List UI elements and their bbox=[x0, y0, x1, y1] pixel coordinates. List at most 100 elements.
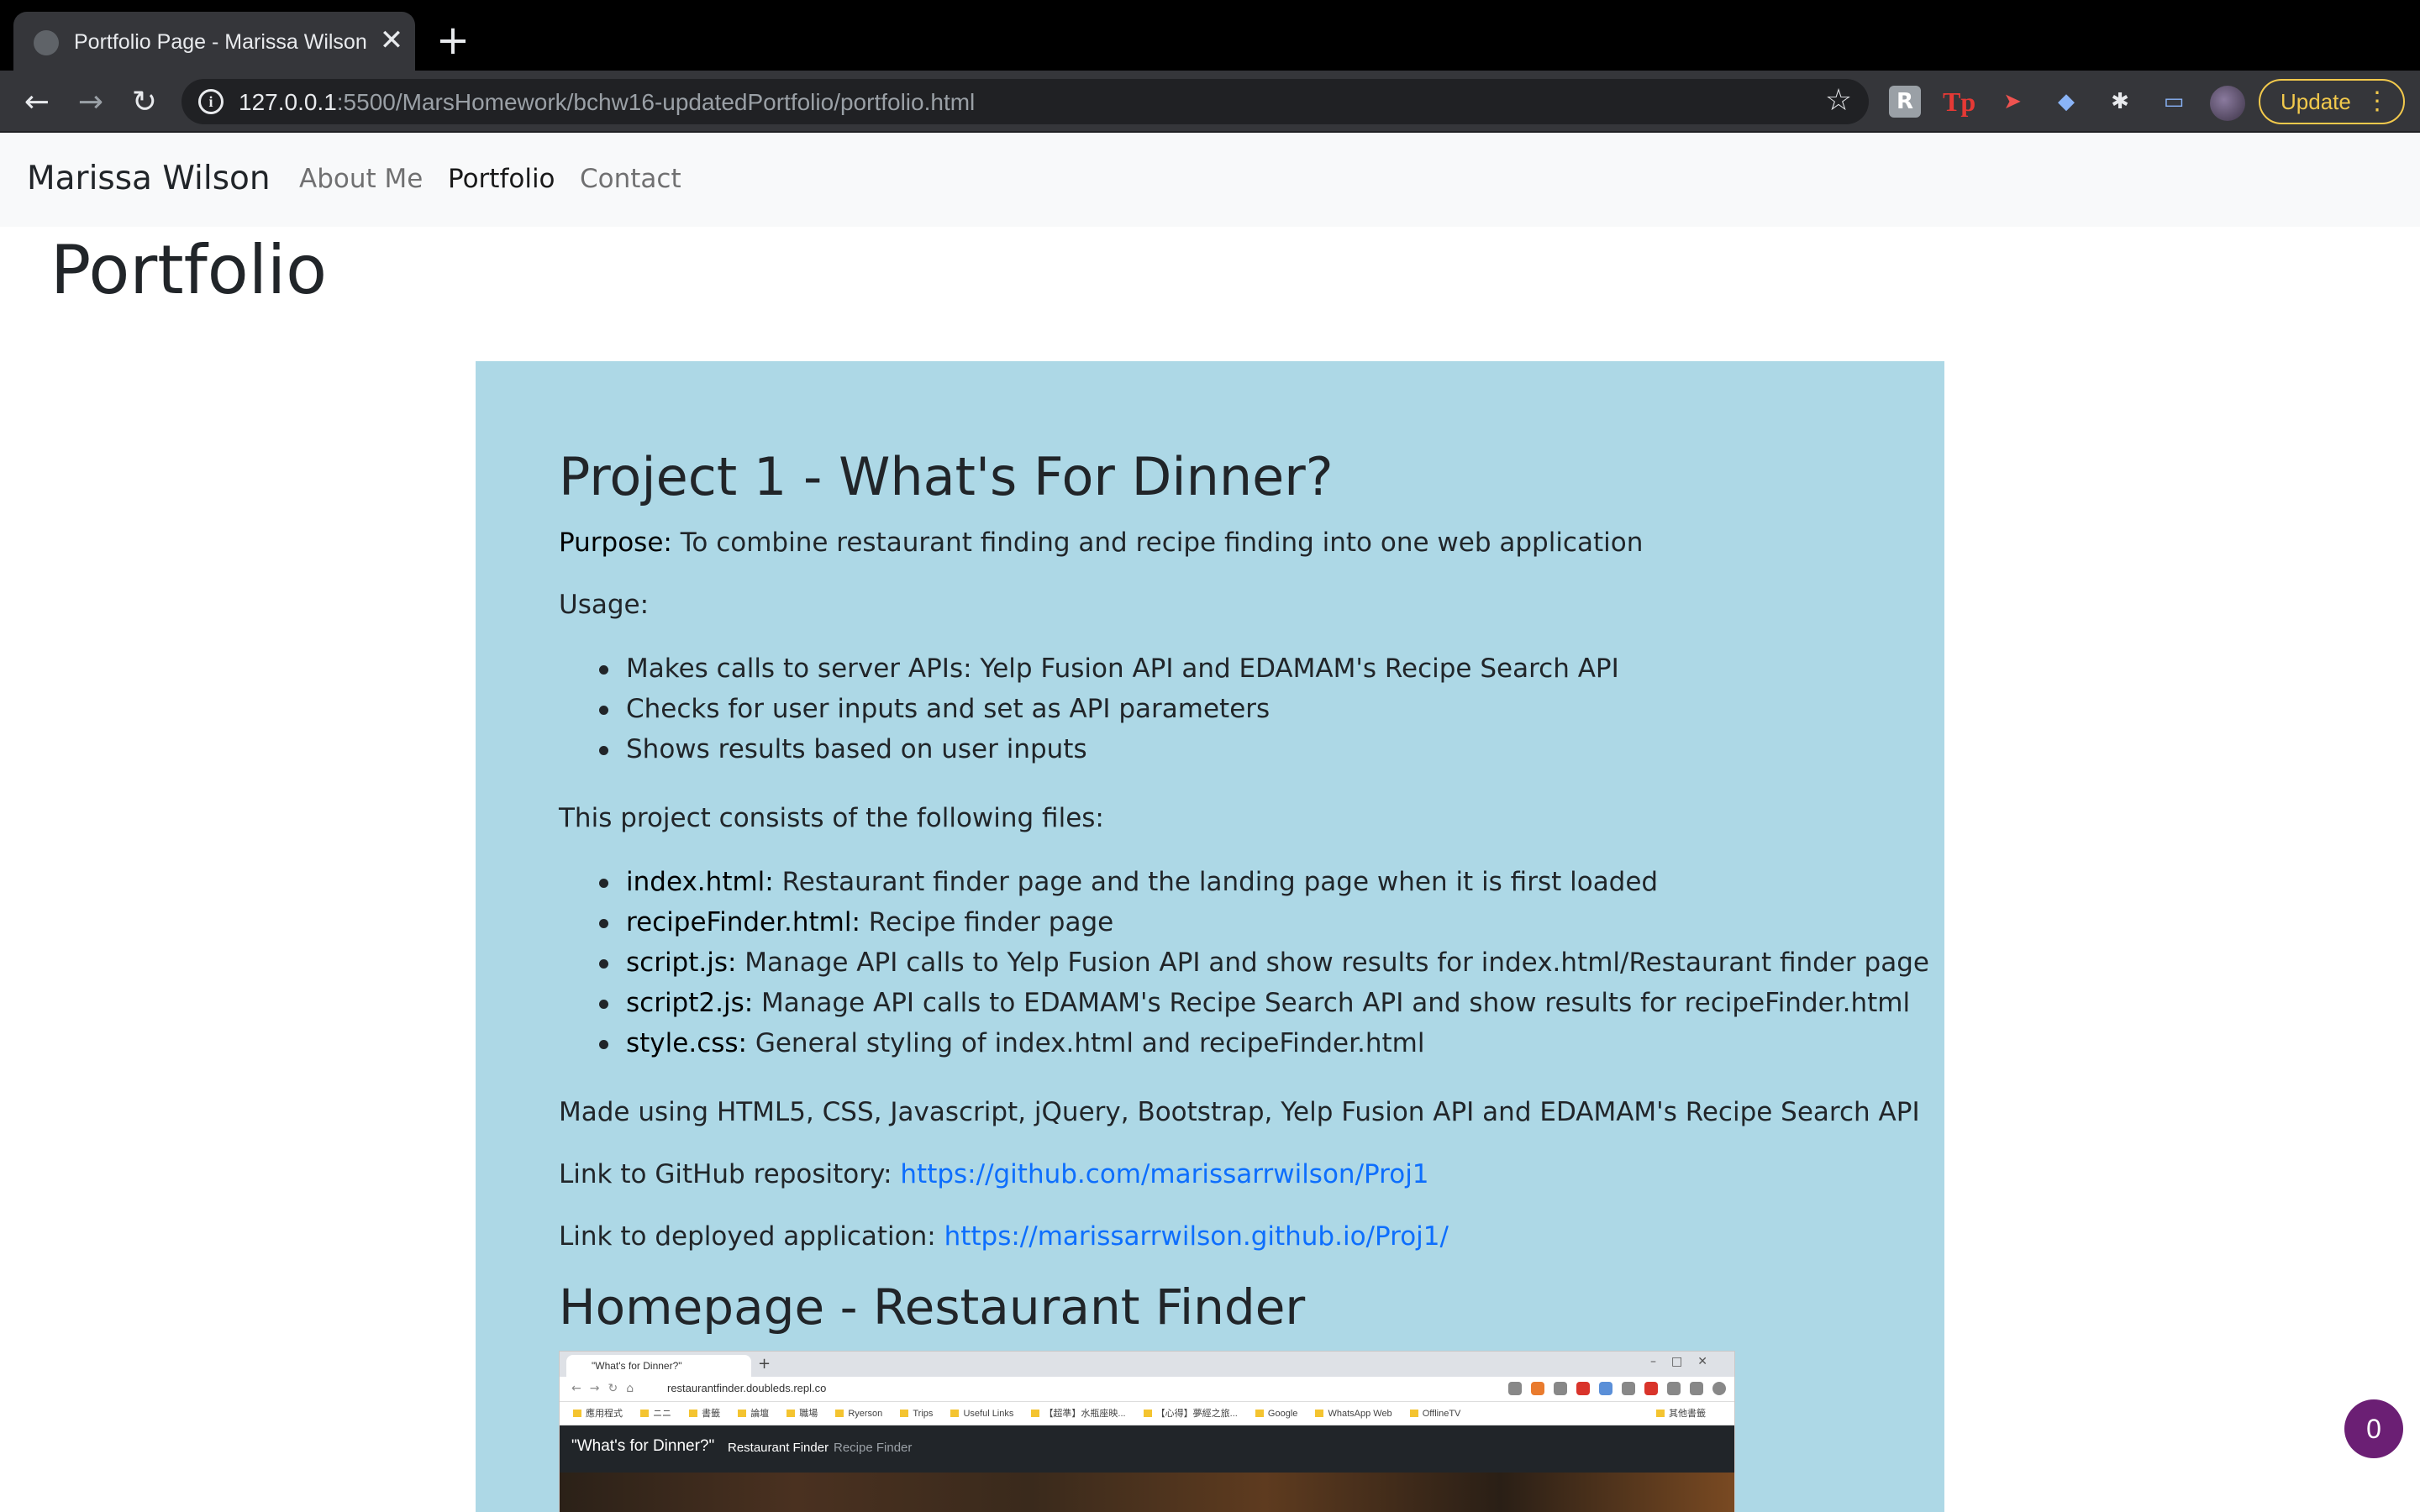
list-item: script2.js: Manage API calls to EDAMAM's… bbox=[559, 983, 1910, 1023]
nav-link-portfolio[interactable]: Portfolio bbox=[448, 158, 555, 200]
screenshot-bookmark: 書籤 bbox=[689, 1402, 720, 1425]
screenshot-app-link: Restaurant Finder bbox=[728, 1441, 829, 1455]
file-description: Manage API calls to EDAMAM's Recipe Sear… bbox=[753, 988, 1911, 1018]
url-path: :5500/MarsHomework/bchw16-updatedPortfol… bbox=[336, 89, 976, 115]
section-title: Homepage - Restaurant Finder bbox=[559, 1278, 1306, 1336]
extension-icon[interactable]: ◆ bbox=[2050, 86, 2082, 118]
puzzle-icon[interactable]: ✱ bbox=[2104, 86, 2136, 118]
url-host: 127.0.0.1 bbox=[239, 89, 337, 115]
counter-badge[interactable]: 0 bbox=[2344, 1399, 2403, 1458]
usage-label: Usage: bbox=[559, 590, 650, 620]
screenshot-bookmark: Trips bbox=[900, 1402, 933, 1425]
extension-icon[interactable]: Tp bbox=[1943, 86, 1975, 118]
project-content: Project 1 - What's For Dinner? Purpose: … bbox=[559, 442, 1929, 1512]
screenshot-extension-icon bbox=[1622, 1382, 1635, 1395]
reload-icon[interactable]: ↻ bbox=[126, 84, 163, 121]
homepage-screenshot: "What's for Dinner?" + –□✕ ←→↻⌂ restaura… bbox=[559, 1351, 1735, 1512]
update-label: Update bbox=[2281, 89, 2351, 114]
screenshot-bookmark: 職場 bbox=[786, 1402, 818, 1425]
screenshot-extension-icon bbox=[1644, 1382, 1658, 1395]
site-navbar: Marissa Wilson About Me Portfolio Contac… bbox=[0, 133, 2420, 227]
project-card: Project 1 - What's For Dinner? Purpose: … bbox=[476, 361, 1944, 1512]
github-paragraph: Link to GitHub repository: https://githu… bbox=[559, 1156, 1886, 1193]
screenshot-url: restaurantfinder.doubleds.repl.co bbox=[667, 1382, 827, 1394]
screenshot-bookmark: 應用程式 bbox=[573, 1402, 623, 1425]
nav-link-about-me[interactable]: About Me bbox=[299, 158, 423, 200]
screenshot-extension-icons bbox=[1365, 1382, 1726, 1397]
screenshot-hero-image bbox=[560, 1473, 1734, 1512]
file-name: recipeFinder.html: bbox=[626, 907, 860, 937]
deployed-link[interactable]: https://marissarrwilson.github.io/Proj1/ bbox=[944, 1221, 1449, 1252]
tab-title: Portfolio Page - Marissa Wilson bbox=[74, 30, 367, 54]
screenshot-app-link: Recipe Finder bbox=[834, 1441, 913, 1455]
screenshot-bookmark: 【超準】水瓶座映... bbox=[1031, 1402, 1125, 1425]
screenshot-bookmark-other: 其他書籤 bbox=[1656, 1402, 1706, 1425]
github-link[interactable]: https://github.com/marissarrwilson/Proj1 bbox=[900, 1159, 1428, 1189]
screenshot-url-bar: ←→↻⌂ restaurantfinder.doubleds.repl.co bbox=[560, 1377, 1734, 1402]
star-icon[interactable]: ☆ bbox=[1822, 84, 1855, 118]
screenshot-extension-icon bbox=[1531, 1382, 1544, 1395]
list-item: script.js: Manage API calls to Yelp Fusi… bbox=[559, 942, 1929, 983]
extension-icon[interactable]: ➤ bbox=[1996, 86, 2028, 118]
nav-link-contact[interactable]: Contact bbox=[580, 158, 681, 200]
files-intro: This project consists of the following f… bbox=[559, 803, 1104, 833]
screenshot-bookmark: Google bbox=[1255, 1402, 1297, 1425]
list-item: recipeFinder.html: Recipe finder page bbox=[559, 902, 1886, 942]
url-text[interactable]: 127.0.0.1:5500/MarsHomework/bchw16-updat… bbox=[239, 86, 975, 119]
info-icon[interactable]: i bbox=[198, 89, 224, 114]
screenshot-extension-icon bbox=[1599, 1382, 1612, 1395]
file-name: style.css: bbox=[626, 1028, 747, 1058]
screenshot-bookmark: 【心得】夢經之旅... bbox=[1144, 1402, 1238, 1425]
page-title: Portfolio bbox=[50, 231, 328, 309]
screenshot-bookmark: ニニ bbox=[640, 1402, 671, 1425]
file-description: Manage API calls to Yelp Fusion API and … bbox=[736, 948, 1929, 978]
files-list: index.html: Restaurant finder page and t… bbox=[559, 862, 1929, 1063]
profile-avatar[interactable] bbox=[2210, 86, 2245, 121]
screenshot-extension-icon bbox=[1667, 1382, 1681, 1395]
list-item: Shows results based on user inputs bbox=[559, 729, 1886, 769]
purpose-label: Purpose: bbox=[559, 528, 672, 558]
purpose-paragraph: Purpose: To combine restaurant finding a… bbox=[559, 524, 1886, 561]
screenshot-nav-icons: ←→↻⌂ bbox=[571, 1382, 643, 1395]
list-item: index.html: Restaurant finder page and t… bbox=[559, 862, 1886, 902]
file-name: script2.js: bbox=[626, 988, 754, 1018]
made-using-text: Made using HTML5, CSS, Javascript, jQuer… bbox=[559, 1097, 1920, 1127]
screenshot-extension-icon bbox=[1554, 1382, 1567, 1395]
list-item: style.css: General styling of index.html… bbox=[559, 1023, 1886, 1063]
file-description: General styling of index.html and recipe… bbox=[746, 1028, 1425, 1058]
address-bar[interactable]: i 127.0.0.1:5500/MarsHomework/bchw16-upd… bbox=[182, 79, 1869, 124]
screenshot-bookmarks-bar: 應用程式 ニニ 書籤 論壇 職場 Ryerson Trips Useful Li… bbox=[560, 1402, 1734, 1425]
screenshot-extension-icon bbox=[1508, 1382, 1522, 1395]
back-arrow-icon[interactable]: ← bbox=[18, 84, 55, 121]
usage-list: Makes calls to server APIs: Yelp Fusion … bbox=[559, 648, 1886, 769]
browser-tab-strip: Portfolio Page - Marissa Wilson ✕ + bbox=[0, 0, 2420, 71]
screenshot-tab-title: "What's for Dinner?" bbox=[566, 1355, 751, 1377]
file-description: Restaurant finder page and the landing p… bbox=[773, 867, 1659, 897]
browser-tab[interactable]: Portfolio Page - Marissa Wilson ✕ bbox=[13, 12, 415, 71]
deployed-label: Link to deployed application: bbox=[559, 1221, 944, 1252]
screenshot-bookmark: OfflineTV bbox=[1410, 1402, 1461, 1425]
file-name: index.html: bbox=[626, 867, 774, 897]
list-item: Makes calls to server APIs: Yelp Fusion … bbox=[559, 648, 1886, 689]
list-item: Checks for user inputs and set as API pa… bbox=[559, 689, 1886, 729]
screenshot-app-brand: "What's for Dinner?" bbox=[571, 1437, 715, 1455]
screenshot-tab-bar: "What's for Dinner?" + –□✕ bbox=[560, 1352, 1734, 1377]
browser-toolbar: ← → ↻ i 127.0.0.1:5500/MarsHomework/bchw… bbox=[0, 71, 2420, 133]
screenshot-extension-icon bbox=[1690, 1382, 1703, 1395]
cast-icon[interactable]: ▭ bbox=[2158, 86, 2190, 118]
screenshot-bookmark: WhatsApp Web bbox=[1315, 1402, 1392, 1425]
purpose-text: To combine restaurant finding and recipe… bbox=[671, 528, 1644, 558]
screenshot-bookmark: Ryerson bbox=[835, 1402, 882, 1425]
forward-arrow-icon[interactable]: → bbox=[72, 84, 109, 121]
site-brand[interactable]: Marissa Wilson bbox=[27, 156, 271, 202]
close-icon[interactable]: ✕ bbox=[376, 25, 407, 55]
screenshot-new-tab-icon: + bbox=[758, 1355, 771, 1373]
extension-icon[interactable]: R bbox=[1889, 86, 1921, 118]
screenshot-extension-icon bbox=[1712, 1382, 1726, 1395]
new-tab-icon[interactable]: + bbox=[434, 20, 472, 60]
screenshot-bookmark: Useful Links bbox=[950, 1402, 1013, 1425]
screenshot-app-navbar: "What's for Dinner?" Restaurant Finder R… bbox=[560, 1425, 1734, 1473]
more-icon[interactable]: ⋮ bbox=[2365, 81, 2390, 123]
project-title: Project 1 - What's For Dinner? bbox=[559, 446, 1334, 507]
update-button[interactable]: Update ⋮ bbox=[2259, 79, 2405, 124]
